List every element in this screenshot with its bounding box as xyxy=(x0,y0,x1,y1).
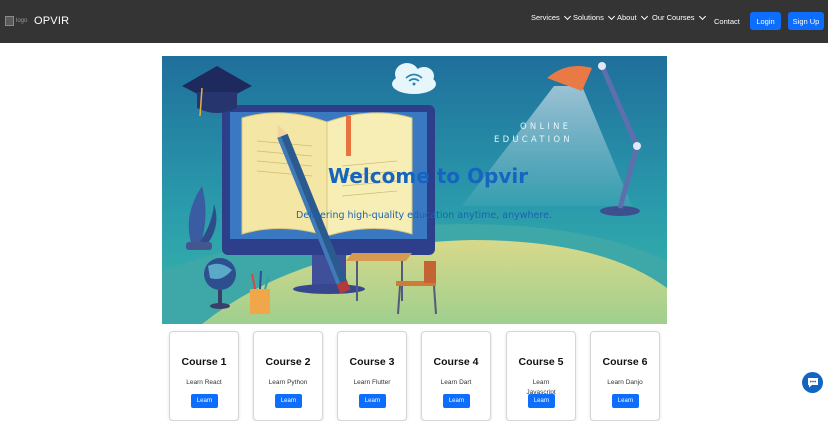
course-description: Learn Danjo xyxy=(607,379,643,386)
course-card: Course 4 Learn Dart Learn xyxy=(421,331,491,421)
navbar: logo OPVIR Services Solutions About Our … xyxy=(0,0,828,43)
logo-alt-text: logo xyxy=(16,18,28,24)
course-learn-button[interactable]: Learn xyxy=(359,394,386,408)
brand-name[interactable]: OPVIR xyxy=(34,15,69,27)
brand[interactable]: logo OPVIR xyxy=(5,14,69,28)
signup-button[interactable]: Sign Up xyxy=(788,12,824,30)
course-learn-button[interactable]: Learn xyxy=(612,394,639,408)
nav-solutions-label: Solutions xyxy=(573,13,604,22)
course-card: Course 2 Learn Python Learn xyxy=(253,331,323,421)
course-description: Learn Python xyxy=(268,379,308,386)
nav-about-label: About xyxy=(617,13,637,22)
course-learn-button[interactable]: Learn xyxy=(528,394,555,408)
course-learn-button[interactable]: Learn xyxy=(191,394,218,408)
course-title: Course 6 xyxy=(602,356,648,368)
chevron-down-icon xyxy=(698,12,706,20)
nav-contact-label: Contact xyxy=(714,17,740,26)
course-title: Course 1 xyxy=(181,356,227,368)
chevron-down-icon xyxy=(563,12,571,20)
nav-about-dropdown[interactable]: About xyxy=(617,12,648,22)
hero-tagline: Delivering high-quality education anytim… xyxy=(296,210,552,221)
broken-image-icon xyxy=(5,16,14,26)
chevron-down-icon xyxy=(640,12,648,20)
course-title: Course 2 xyxy=(265,356,311,368)
course-card: Course 5 Learn Javascript Learn xyxy=(506,331,576,421)
course-description: Learn Dart xyxy=(440,379,472,386)
login-button[interactable]: Login xyxy=(750,12,781,30)
nav-our-courses-dropdown[interactable]: Our Courses xyxy=(652,12,706,22)
course-card: Course 6 Learn Danjo Learn xyxy=(590,331,660,421)
nav-our-courses-label: Our Courses xyxy=(652,13,695,22)
course-title: Course 4 xyxy=(433,356,479,368)
nav-services-dropdown[interactable]: Services xyxy=(531,12,571,22)
chevron-down-icon xyxy=(607,12,615,20)
course-learn-button[interactable]: Learn xyxy=(443,394,470,408)
chat-icon xyxy=(807,378,818,388)
course-description: Learn React xyxy=(186,379,222,386)
hero-overline-line2: EDUCATION xyxy=(494,135,573,145)
hero-banner: ONLINE EDUCATION Welcome to Opvir Delive… xyxy=(162,56,667,324)
course-card: Course 1 Learn React Learn xyxy=(169,331,239,421)
course-description: Learn Flutter xyxy=(353,379,391,386)
chat-button[interactable] xyxy=(802,372,823,393)
logo-image[interactable]: logo xyxy=(5,14,33,28)
nav-solutions-dropdown[interactable]: Solutions xyxy=(573,12,615,22)
course-title: Course 5 xyxy=(518,356,564,368)
course-card: Course 3 Learn Flutter Learn xyxy=(337,331,407,421)
hero-title: Welcome to Opvir xyxy=(328,164,529,188)
hero-overline-line1: ONLINE xyxy=(520,122,572,132)
hero-illustration xyxy=(162,56,667,324)
course-learn-button[interactable]: Learn xyxy=(275,394,302,408)
nav-services-label: Services xyxy=(531,13,560,22)
nav-contact-link[interactable]: Contact xyxy=(714,17,740,26)
course-title: Course 3 xyxy=(349,356,395,368)
